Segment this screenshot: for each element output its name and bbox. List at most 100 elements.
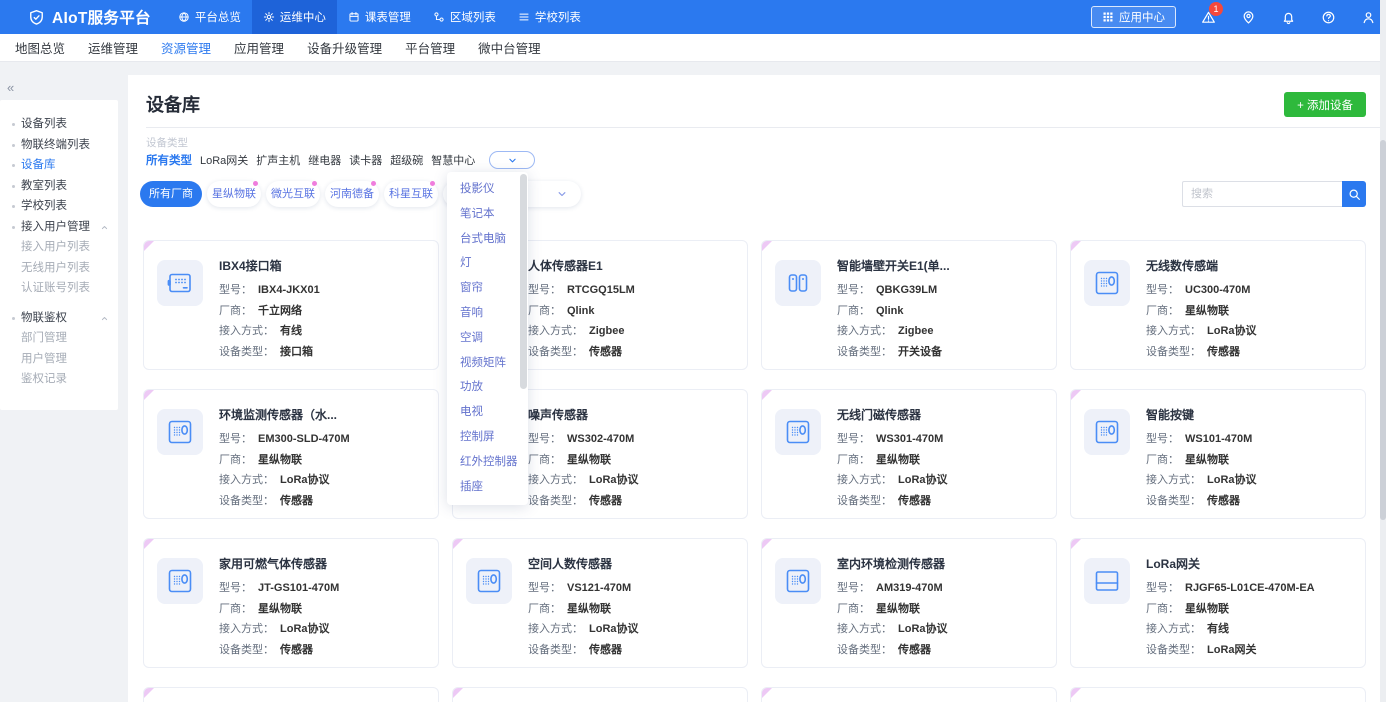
sidebar-item-label: 接入用户管理 [21,221,90,233]
device-card[interactable]: 环境监测传感器（水...型号：EM300-SLD-470M厂商：星纵物联接入方式… [143,389,439,519]
sidebar-item[interactable]: 无线用户列表 [0,258,118,279]
sidebar-item[interactable]: 物联鉴权 [0,308,118,329]
access-row: 接入方式：有线 [219,321,320,342]
subnav-item[interactable]: 地图总览 [15,38,65,57]
dropdown-item[interactable]: 功放 [447,375,528,400]
top-menu-item[interactable]: 学校列表 [507,0,592,34]
model-value: EM300-SLD-470M [258,433,350,445]
device-type-tab[interactable]: 智慧中心 [431,152,475,168]
device-type-tab[interactable]: 超级碗 [390,152,423,168]
dropdown-item[interactable]: 灯 [447,251,528,276]
subnav-item[interactable]: 应用管理 [234,38,284,57]
sidebar-item[interactable]: 学校列表 [0,196,118,217]
sidebar-item[interactable]: 设备列表 [0,114,118,135]
dropdown-item[interactable]: 音响 [447,301,528,326]
card-body: 空间人数传感器型号：VS121-470M厂商：星纵物联接入方式：LoRa协议设备… [528,554,639,667]
subnav-item[interactable]: 运维管理 [88,38,138,57]
alert-icon[interactable]: 1 [1201,10,1216,25]
device-card[interactable]: 空间人数传感器型号：VS121-470M厂商：星纵物联接入方式：LoRa协议设备… [452,538,748,668]
subnav-item[interactable]: 设备升级管理 [307,38,382,57]
dropdown-item[interactable]: 红外控制器 [447,450,528,475]
type-expand-button[interactable] [489,151,535,169]
dropdown-item[interactable]: 插座 [447,475,528,500]
bell-icon[interactable] [1281,10,1296,25]
top-menu-item[interactable]: 运维中心 [252,0,337,34]
device-card[interactable]: IBX4接口箱型号：IBX4-JKX01厂商：千立网络接入方式：有线设备类型：接… [143,240,439,370]
sidebar-item[interactable]: 设备库 [0,155,118,176]
device-type-row: 设备类型：接口箱 [219,342,320,363]
dropdown-item[interactable]: 空调 [447,326,528,351]
new-badge-dot-icon [371,181,376,186]
sidebar-item[interactable]: 认证账号列表 [0,278,118,299]
top-menu-item[interactable]: 课表管理 [337,0,422,34]
dropdown-item[interactable]: 笔记本 [447,202,528,227]
vendor-row: 厂商：千立网络 [219,301,320,322]
subnav-item[interactable]: 微中台管理 [478,38,541,57]
sensor-icon [466,558,512,604]
device-type-tab[interactable]: 读卡器 [349,152,382,168]
device-card-partial[interactable] [1070,687,1366,702]
device-card-title: 空间人数传感器 [528,555,639,572]
sidebar-item[interactable]: 教室列表 [0,176,118,197]
device-card[interactable]: 智能墙壁开关E1(单...型号：QBKG39LM厂商：Qlink接入方式：Zig… [761,240,1057,370]
access-row: 接入方式：LoRa协议 [528,470,639,491]
sidebar-item[interactable]: 部门管理 [0,328,118,349]
search-input[interactable] [1182,181,1342,207]
sidebar-collapse-button[interactable]: « [7,80,14,95]
dropdown-item[interactable]: 投影仪 [447,177,528,202]
device-card-partial[interactable] [761,687,1057,702]
dropdown-item[interactable]: 控制屏 [447,425,528,450]
vendor-chip[interactable]: 科星互联 [384,181,438,207]
device-type-tab[interactable]: LoRa网关 [200,152,248,168]
schedule-icon [348,11,360,23]
device-card-partial[interactable] [143,687,439,702]
user-avatar-icon[interactable] [1361,10,1376,25]
sidebar-item[interactable]: 用户管理 [0,349,118,370]
device-card[interactable]: 无线数传感端型号：UC300-470M厂商：星纵物联接入方式：LoRa协议设备类… [1070,240,1366,370]
page-scrollbar-thumb[interactable] [1380,140,1386,520]
device-card-partial[interactable] [452,687,748,702]
dropdown-scrollbar[interactable] [520,174,527,389]
search-button[interactable] [1342,181,1366,207]
device-type-tab[interactable]: 扩声主机 [256,152,300,168]
chevron-up-icon [100,314,109,323]
subnav-item[interactable]: 资源管理 [161,38,211,57]
card-body: 无线数传感端型号：UC300-470M厂商：星纵物联接入方式：LoRa协议设备类… [1146,256,1257,369]
top-menu-item[interactable]: 平台总览 [167,0,252,34]
model-label: 型号： [837,582,870,594]
dropdown-item[interactable]: 视频矩阵 [447,351,528,376]
vendor-chip-label: 所有厂商 [149,188,193,200]
subnav-item[interactable]: 平台管理 [405,38,455,57]
location-icon[interactable] [1241,10,1256,25]
sidebar-item[interactable]: 鉴权记录 [0,369,118,390]
sidebar-item[interactable]: 接入用户列表 [0,237,118,258]
device-card[interactable]: 无线门磁传感器型号：WS301-470M厂商：星纵物联接入方式：LoRa协议设备… [761,389,1057,519]
vendor-chip[interactable]: 河南德备 [325,181,379,207]
dropdown-item[interactable]: 台式电脑 [447,227,528,252]
top-menu-item[interactable]: 区域列表 [422,0,507,34]
device-card-title: 无线数传感端 [1146,257,1257,274]
vendor-chip[interactable]: 微光互联 [266,181,320,207]
device-type-value: 开关设备 [898,346,942,358]
vendor-chip[interactable]: 星纵物联 [207,181,261,207]
vendor-value: Qlink [567,305,595,317]
device-type-tab[interactable]: 继电器 [308,152,341,168]
bullet-dot-icon [12,164,15,167]
page-scrollbar[interactable] [1380,0,1386,702]
card-body: 智能按键型号：WS101-470M厂商：星纵物联接入方式：LoRa协议设备类型：… [1146,405,1257,518]
access-label: 接入方式： [837,474,892,486]
device-card[interactable]: 室内环境检测传感器型号：AM319-470M厂商：星纵物联接入方式：LoRa协议… [761,538,1057,668]
dropdown-item[interactable]: 窗帘 [447,276,528,301]
app-center-button[interactable]: 应用中心 [1091,6,1176,28]
vendor-chip[interactable]: 所有厂商 [140,181,202,207]
sidebar-item[interactable]: 接入用户管理 [0,217,118,238]
device-card[interactable]: 智能按键型号：WS101-470M厂商：星纵物联接入方式：LoRa协议设备类型：… [1070,389,1366,519]
sidebar-item[interactable]: 物联终端列表 [0,135,118,156]
device-card[interactable]: 家用可燃气体传感器型号：JT-GS101-470M厂商：星纵物联接入方式：LoR… [143,538,439,668]
top-menu-label: 运维中心 [280,9,326,25]
add-device-button[interactable]: + 添加设备 [1284,92,1366,117]
device-card[interactable]: LoRa网关型号：RJGF65-L01CE-470M-EA厂商：星纵物联接入方式… [1070,538,1366,668]
help-icon[interactable] [1321,10,1336,25]
device-type-tab[interactable]: 所有类型 [146,152,192,168]
dropdown-item[interactable]: 电视 [447,400,528,425]
